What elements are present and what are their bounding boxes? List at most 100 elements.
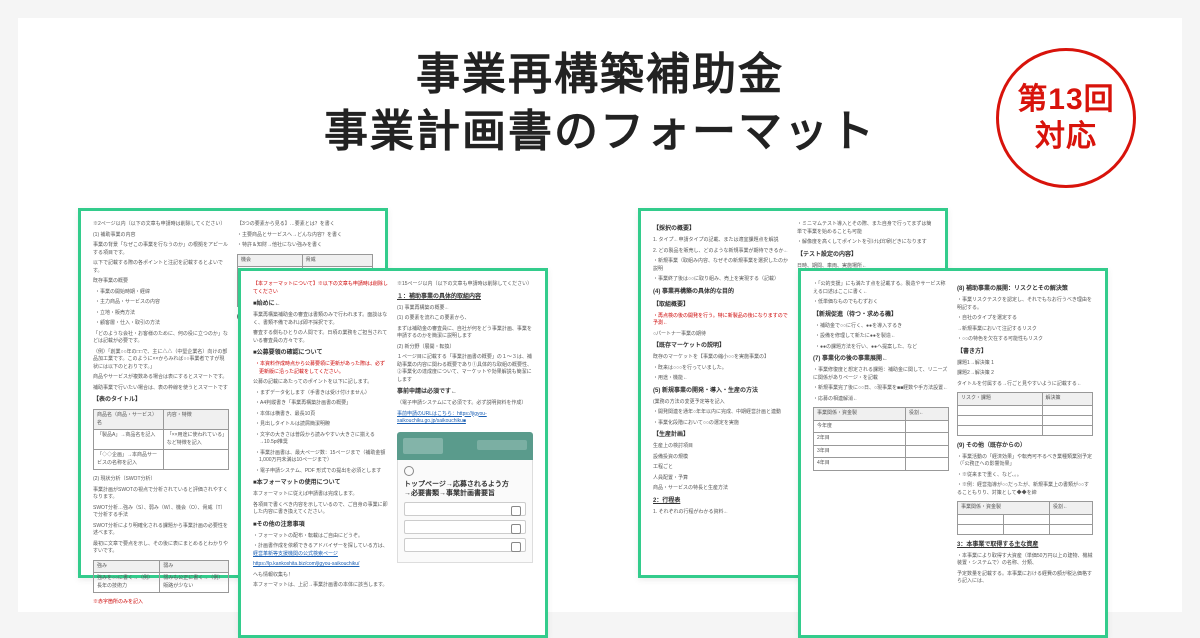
heading: 【テスト設定の内容】 [797,251,933,260]
heading: ■始めに← [253,300,389,309]
td [905,433,948,446]
td: 3年目 [814,445,906,458]
para: 公募の記載にあたってのポイントを以下に記します。 [253,379,389,387]
td [958,425,1043,435]
bullet: ・文字の大きさは普段から読みやすい大きさに揃える→10.5pt推奨 [253,432,389,447]
input-preview [404,520,526,534]
link: 事前申請のURLはこちら：https://jigyou-saikouchiku.… [397,411,533,426]
pages-area: ※2ページ以内（以下の文章も申請時は削除してください） (1) 補助事業の内容 … [18,198,1182,612]
heading: (9) その他（既存からの） [957,442,1093,451]
td: 4年目 [814,458,906,471]
heading: 【新規促進（待つ・求める機】 [813,311,949,320]
para: 最初に文章で要点を示し、その後に表にまとめるとわかりやすいです。 [93,541,229,556]
para: SWOT分析により明確化される課題から事業計画の必要性を述べます。 [93,523,229,538]
th: 商品名（商品・サービス）名 [94,410,164,430]
bullet: ・事業計画書は、最大ページ数：15ページまで（補助金額1,000万円未満は10ペ… [253,450,389,465]
th: 解決策 [1042,393,1092,406]
para: ・自社のタイプを選定する [957,315,1093,323]
heading: (8) 補助事業の展開：リスクとその解決策 [957,285,1093,294]
heading: (7) 事業化の後の事業展開← [813,355,949,364]
td [905,458,948,471]
td [1049,514,1092,524]
heading: 【採択の概要】 [653,225,789,234]
para: ・※例：経営指導が○○だったが、新規事業上の書類が○○することもりり、対策として… [957,482,1093,497]
badge-line-1: 第13回 [1017,81,1114,119]
heading: ■公募要領の確認について [253,349,389,358]
td [1042,415,1092,425]
para: 「どのような会社・お客様のために、何の役に立つのか」などは記載が必要です。 [93,331,229,346]
td [1003,524,1049,534]
para: ・再点検の後の開発を行う。特に新製品の後になりますので予測← [653,313,789,328]
th: 内容・特徴 [163,410,228,430]
para: 1. それぞれの行程がわかる資料← [653,509,789,517]
heading: 3：本事業で取得する主な資産 [957,541,1093,550]
th: 事業関係・資金製 [814,408,906,421]
para: 各項目で書くべき内容を示しているので、ご自身の事業に即した内容に書き換えてくださ… [253,502,389,517]
td: 「××用途に使われている」など特徴を記入 [163,430,228,450]
para: ・開発関連を通年○年年以内に完成、中期経営計画と連動 [653,409,789,417]
para: ・ミニマムテスト導入とその際、また自身で行ってまずは簡単で事業を始めることも可能 [797,221,933,236]
bullet: ・事業の開始時期・経緯 [93,289,229,297]
card: 事業再構築補助金 事業計画書のフォーマット 第13回 対応 ※2ページ以内（以下… [18,18,1182,612]
para: 既存事業の概要 [93,278,229,286]
bullet: ・●●の課題方法を行い、●●へ提案した、など [813,344,949,352]
para: 審査する側もひとりの人間です。日頃の業務をご担当されている審査員の方々です。 [253,330,389,345]
heading: (2) 新分野（展開・転換） [397,344,533,352]
th: 役割← [1049,502,1092,515]
td [1042,425,1092,435]
para: ・「公的支援」にも満たす点を記載する。製造やサービス称える口述はここに書く← [813,281,949,296]
para: ・特許＆知財→他社にない強みを書く [237,242,373,250]
para: (1) の要素を流れこの要素から、 [397,315,533,323]
para: ・低単価なものでもむずおく [813,299,949,307]
table: リスク・課題解決策 [957,392,1093,436]
bullet: 2. どの製品を販売し、どのような新規事業が期待できるか← [653,248,789,256]
bullet: ・設備を修理して新たに●●を製造← [813,333,949,341]
para: 予定数量を記載する。本事業における経費の額が税込価格すら記入には、 [957,571,1093,586]
heading: １：補助事業の具体的取組内容 [397,293,533,302]
heading: (1) 事業再構築の概要← [397,305,533,313]
table: 事業関係・資金製役割← [957,501,1093,535]
para: タイトルを付属する→行ごと見やすいように記載する← [957,381,1093,389]
caption-line: →必要書類→事業計画書要旨 [404,490,495,497]
td: 弱みも公正に書く→（例）販路が少ない [160,573,229,593]
para: →新規事業において注記するリスク [957,326,1093,334]
bullet: ・顧客層・仕入・取引の方法 [93,320,229,328]
para: 事業再構築補助金の審査は書類のみで行われます。面談はなく、書類不備であれば即不採… [253,312,389,327]
para: 以下で記載する際の各ポイントと注記を記載するとよいです。 [93,260,229,275]
bullet: 人員配置・予算 [653,475,789,483]
embedded-header [397,432,533,460]
table: 商品名（商品・サービス）名内容・特徴 「製品A」→商品名を記入「××用途に使われ… [93,409,229,470]
para: ・応募の相連解消← [813,396,949,404]
bullet: ・本体は横書き、最長10頁 [253,411,389,419]
td [1049,524,1092,534]
para: ・事業終了後は○○に取り組み、売上を実現する（記載） [653,276,789,284]
para: ・事業リスクテスクを認定し、それでもなお行うべき理由を明記する。 [957,297,1093,312]
para: まずは補助金の審査員に、自社が何をどう事業計画、事業を申請するのかを簡潔に説明し… [397,326,533,341]
red-heading: 【本フォーマットについて】※以下の文章も申請時は削除してください [253,281,389,296]
para: 補助事業で行いたい場合は、表の枠線を使うとスマートです [93,385,229,393]
bullet: 設備投資の規模 [653,454,789,462]
para: ○パートナー事業の期待 [653,331,789,339]
td [958,415,1043,425]
logo-icon [404,466,414,476]
heading: (5) 新規事業の開発・導入・生産の方法 [653,387,789,396]
heading: 【書き方】 [957,348,1093,357]
heading: 【取組概要】 [653,301,789,310]
para: ・計画書作成を依頼できるアドバイザーを探している方は、 [253,543,388,549]
th: 機会 [238,254,303,267]
para: 課題2→解決策 2 [957,370,1093,378]
note: ※15ページ以内（以下の文章も申請時は削除してください） [397,281,533,289]
para: 【3つの要素から見る】…要素とは？を書く [237,221,373,229]
bullet: ・電子申請システム、PDF 形式での提出を必須とします [253,468,389,476]
para: 本フォーマットは、上記→事業計画書の本体に該当します。 [253,582,389,590]
td: 強みを○○に書く→（例）長年の技術力 [94,573,160,593]
para: ・新規事業完了後に○○日、○現事業を■■経数や手方法設置← [813,385,949,393]
heading: ■その他の注意事項 [253,521,389,530]
doc-page-4: ・「公的支援」にも満たす点を記載する。製造やサービス称える口述はここに書く← ・… [798,268,1108,638]
caption: トップページ→応募されるよう方 →必要書類→事業計画書要旨 [404,480,526,498]
td [958,524,1004,534]
td: 「◇◇企画」→本商品サービスの名称を記入 [94,450,164,470]
para: 事業の背景「なぜこの事業を行なうのか」の根拠をアピールする項目です。 [93,242,229,257]
badge-line-2: 対応 [1035,118,1097,156]
para: （電子申請システムにて必須です。必ず説明資料を作成） [397,400,533,408]
